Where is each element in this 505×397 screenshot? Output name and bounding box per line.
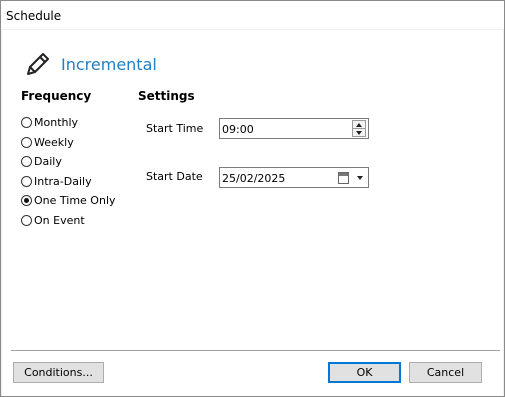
schedule-dialog: Schedule Incremental Frequency Monthly W… [0, 0, 505, 397]
radio-label[interactable]: On Event [34, 214, 85, 227]
radio-label[interactable]: One Time Only [34, 194, 116, 207]
radio-button[interactable] [21, 155, 32, 167]
radio-label[interactable]: Monthly [34, 116, 78, 129]
divider [11, 350, 500, 351]
radio-button[interactable] [21, 175, 32, 187]
pencil-icon [27, 53, 49, 75]
conditions-button[interactable]: Conditions... [13, 362, 104, 383]
radio-button-selected[interactable] [21, 194, 32, 206]
time-spinner[interactable] [352, 120, 366, 137]
radio-button[interactable] [21, 214, 32, 226]
start-time-label: Start Time [146, 122, 204, 135]
radio-intra-daily[interactable]: Intra-Daily [21, 173, 92, 189]
radio-weekly[interactable]: Weekly [21, 134, 74, 150]
radio-button[interactable] [21, 136, 32, 148]
dialog-content: Incremental Frequency Monthly Weekly Dai… [2, 30, 503, 396]
radio-label[interactable]: Daily [34, 155, 62, 168]
radio-label[interactable]: Weekly [34, 136, 74, 149]
spin-up-button[interactable] [353, 121, 365, 129]
page-title: Incremental [61, 55, 157, 74]
arrow-down-icon [356, 130, 362, 135]
radio-one-time-only[interactable]: One Time Only [21, 192, 116, 208]
chevron-down-icon[interactable] [357, 176, 363, 180]
radio-monthly[interactable]: Monthly [21, 114, 78, 130]
cancel-button[interactable]: Cancel [409, 362, 482, 383]
window-title: Schedule [6, 9, 62, 23]
ok-button[interactable]: OK [328, 362, 401, 383]
start-date-picker[interactable]: 25/02/2025 [219, 167, 369, 188]
radio-label[interactable]: Intra-Daily [34, 175, 92, 188]
radio-on-event[interactable]: On Event [21, 212, 85, 228]
start-date-label: Start Date [146, 170, 203, 183]
start-time-value: 09:00 [222, 123, 254, 136]
start-time-input[interactable]: 09:00 [219, 118, 369, 139]
arrow-up-icon [356, 122, 362, 127]
start-date-value: 25/02/2025 [222, 172, 286, 185]
title-bar[interactable]: Schedule [1, 1, 504, 29]
settings-label: Settings [138, 89, 195, 103]
radio-button[interactable] [21, 116, 32, 128]
calendar-icon[interactable] [338, 172, 349, 184]
spin-down-button[interactable] [353, 129, 365, 136]
frequency-label: Frequency [21, 89, 92, 103]
radio-daily[interactable]: Daily [21, 153, 62, 169]
